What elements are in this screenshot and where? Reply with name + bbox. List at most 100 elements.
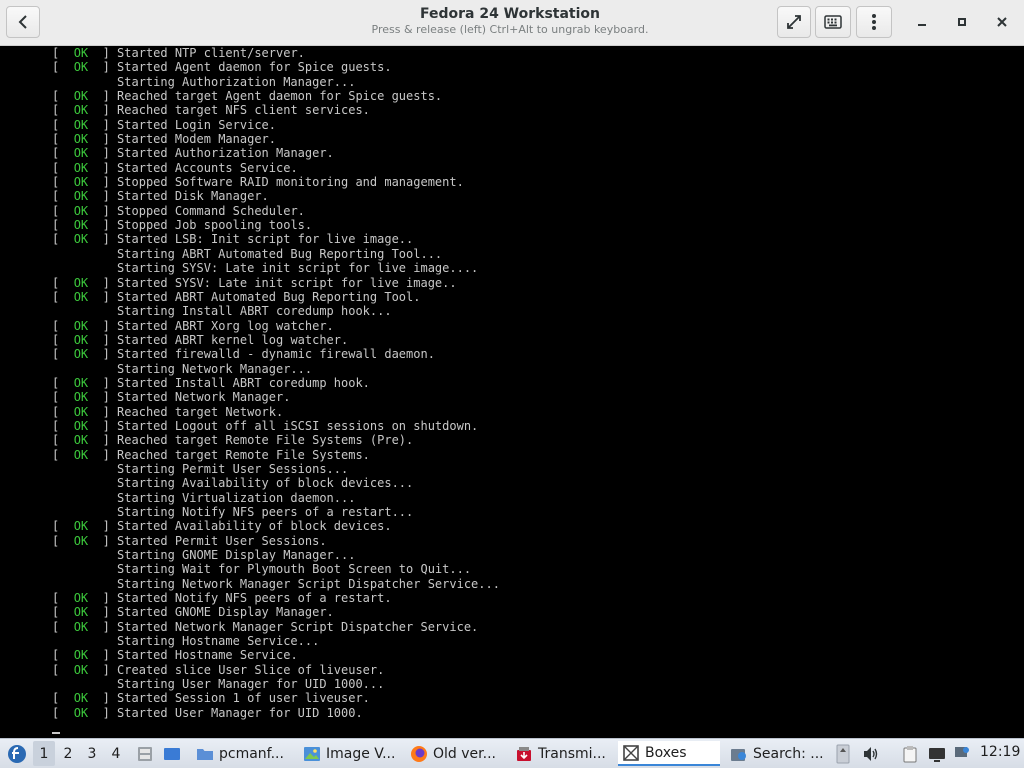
status-bracket: ]	[88, 404, 118, 419]
log-message: Started Notify NFS peers of a restart.	[117, 591, 392, 606]
task-label: Image V...	[326, 745, 396, 762]
clipboard-icon	[903, 745, 917, 762]
task-label: Old ver...	[433, 745, 496, 762]
log-line: [ OK ] Started Notify NFS peers of a res…	[52, 591, 500, 605]
status-bracket: [	[52, 103, 74, 118]
log-line: Starting Notify NFS peers of a restart..…	[52, 505, 500, 519]
file-cabinet-icon	[138, 746, 152, 761]
status-bracket: ]	[88, 605, 118, 620]
status-bracket: ]	[88, 418, 118, 433]
ok-status: OK	[73, 404, 89, 419]
log-line: [ OK ] Started NTP client/server.	[52, 46, 500, 60]
log-message: Started Hostname Service.	[117, 648, 298, 663]
log-message: Starting Hostname Service...	[117, 634, 320, 649]
status-bracket: [	[52, 662, 74, 677]
status-bracket: [	[52, 418, 74, 433]
status-bracket: ]	[88, 619, 118, 634]
log-line: [ OK ] Stopped Job spooling tools.	[52, 218, 500, 232]
ok-status: OK	[73, 648, 89, 663]
log-message: Reached target Remote File Systems (Pre)…	[117, 433, 414, 448]
ok-status: OK	[73, 433, 89, 448]
log-line: [ OK ] Started Disk Manager.	[52, 189, 500, 203]
task-pcmanfm[interactable]: pcmanf...	[192, 741, 292, 766]
log-message: Starting User Manager for UID 1000...	[117, 677, 385, 692]
close-icon	[997, 17, 1007, 27]
log-line: [ OK ] Started Hostname Service.	[52, 648, 500, 662]
fullscreen-button[interactable]	[777, 6, 811, 38]
ok-status: OK	[73, 418, 89, 433]
status-bracket: [	[52, 117, 74, 132]
status-bracket: ]	[88, 146, 118, 161]
status-bracket: ]	[88, 89, 118, 104]
ok-status: OK	[73, 289, 89, 304]
task-transmission[interactable]: Transmi...	[511, 741, 611, 766]
status-bracket: ]	[88, 160, 118, 175]
status-bracket: [	[52, 60, 74, 75]
log-line: [ OK ] Reached target Remote File System…	[52, 433, 500, 447]
text-cursor	[52, 732, 60, 734]
minimize-button[interactable]	[908, 8, 936, 36]
file-manager-launcher[interactable]	[134, 741, 156, 766]
log-message: Started Login Service.	[117, 117, 276, 132]
log-line: [ OK ] Started User Manager for UID 1000…	[52, 706, 500, 720]
close-button[interactable]	[988, 8, 1016, 36]
desktop-4-button[interactable]: 4	[105, 741, 127, 766]
fedora-logo-icon	[8, 744, 26, 763]
ok-status: OK	[73, 89, 89, 104]
desktop-3-button[interactable]: 3	[81, 741, 103, 766]
minimize-icon	[918, 24, 926, 26]
log-message: Started NTP client/server.	[117, 46, 305, 60]
volume-control[interactable]	[860, 741, 882, 766]
maximize-icon	[958, 18, 966, 26]
status-bracket: ]	[88, 175, 118, 190]
log-line: [ OK ] Started Login Service.	[52, 118, 500, 132]
maximize-button[interactable]	[948, 8, 976, 36]
log-line: Starting Wait for Plymouth Boot Screen t…	[52, 562, 500, 576]
task-label: pcmanf...	[219, 745, 284, 762]
status-bracket: ]	[88, 375, 118, 390]
network-icon	[955, 746, 969, 757]
log-message: Started Accounts Service.	[117, 160, 298, 175]
chevron-left-icon	[18, 15, 27, 29]
search-tool-icon	[731, 748, 746, 761]
desktop-label: 2	[63, 745, 73, 762]
task-search[interactable]: Search: ...	[726, 741, 824, 766]
show-desktop-launcher[interactable]	[161, 741, 183, 766]
desktop-1-button[interactable]: 1	[33, 741, 55, 766]
ok-status: OK	[73, 591, 89, 606]
desktop-2-button[interactable]: 2	[57, 741, 79, 766]
network-applet[interactable]	[952, 741, 972, 766]
log-message: Started ABRT kernel log watcher.	[117, 332, 349, 347]
ok-status: OK	[73, 533, 89, 548]
log-line: [ OK ] Reached target Agent daemon for S…	[52, 89, 500, 103]
vertical-dots-icon	[872, 14, 876, 30]
task-firefox[interactable]: Old ver...	[406, 741, 506, 766]
task-image-viewer[interactable]: Image V...	[299, 741, 401, 766]
vm-console-display[interactable]: [ OK ] Started NTP client/server.[ OK ] …	[0, 46, 1024, 738]
status-bracket: ]	[88, 46, 118, 60]
scroll-arrows[interactable]	[833, 741, 853, 766]
status-bracket: ]	[88, 332, 118, 347]
clipboard-applet[interactable]	[898, 741, 922, 766]
log-line: [ OK ] Reached target Remote File System…	[52, 448, 500, 462]
keyboard-button[interactable]	[815, 6, 851, 38]
log-message: Starting Wait for Plymouth Boot Screen t…	[117, 562, 472, 577]
menu-button[interactable]	[856, 6, 892, 38]
status-bracket: [	[52, 318, 74, 333]
log-message: Reached target NFS client services.	[117, 103, 370, 118]
status-bracket: ]	[88, 232, 118, 247]
log-line: Starting Hostname Service...	[52, 634, 500, 648]
desktop-icon	[164, 747, 180, 760]
display-applet[interactable]	[926, 741, 948, 766]
log-message: Starting Install ABRT coredump hook...	[117, 304, 392, 319]
log-message: Started Network Manager Script Dispatche…	[117, 619, 479, 634]
back-button[interactable]	[6, 6, 40, 38]
log-line: Starting GNOME Display Manager...	[52, 548, 500, 562]
log-message: Starting Authorization Manager...	[117, 74, 356, 89]
task-boxes[interactable]: Boxes	[618, 741, 720, 766]
scroll-icon	[836, 744, 850, 763]
clock[interactable]: 12:19	[980, 744, 1020, 760]
start-menu-button[interactable]	[4, 741, 30, 766]
